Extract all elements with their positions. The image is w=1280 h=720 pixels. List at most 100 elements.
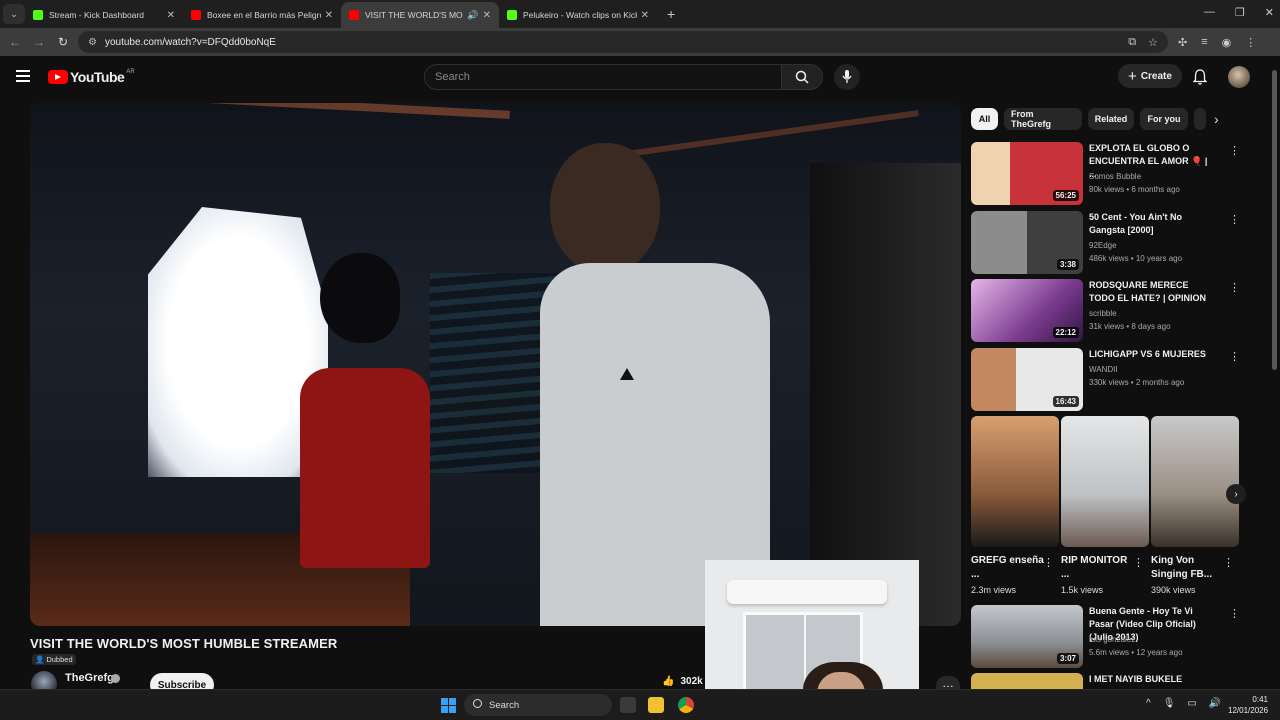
reload-icon[interactable]: ↻: [54, 35, 72, 49]
short-thumbnail[interactable]: [1061, 416, 1149, 547]
create-button[interactable]: + Create: [1118, 64, 1182, 88]
tab-search-button[interactable]: ⌄: [3, 4, 25, 24]
taskbar-search[interactable]: Search: [464, 694, 612, 716]
dubbed-label: Dubbed: [46, 655, 73, 664]
video-frame-detail: [810, 163, 961, 626]
rec-meta: 5.6m views • 12 years ago: [1089, 648, 1183, 657]
more-options-icon[interactable]: ⋮: [1229, 144, 1240, 157]
window-controls: — ❐ ✕: [1204, 6, 1274, 19]
close-tab-icon[interactable]: ✕: [641, 10, 649, 21]
short-title[interactable]: King Von Singing FB...: [1151, 554, 1225, 582]
close-tab-icon[interactable]: ✕: [167, 10, 175, 21]
chevron-right-icon[interactable]: ›: [1214, 111, 1219, 127]
create-label: Create: [1140, 70, 1172, 82]
list-item[interactable]: 22:12 RODSQUARE MERECE TODO EL HATE? | O…: [971, 279, 1241, 343]
address-bar[interactable]: ⚙ youtube.com/watch?v=DFQdd0boNqE ⧉ ☆: [78, 31, 1168, 53]
microphone-icon: [842, 70, 852, 83]
task-view-icon[interactable]: [620, 697, 636, 713]
close-tab-icon[interactable]: ✕: [483, 10, 491, 21]
more-options-icon[interactable]: ⋮: [1229, 350, 1240, 363]
short-title[interactable]: RIP MONITOR ...: [1061, 554, 1135, 582]
video-thumbnail[interactable]: 3:38: [971, 211, 1083, 274]
account-avatar[interactable]: [1228, 66, 1250, 88]
minimize-icon[interactable]: —: [1204, 6, 1215, 19]
windows-start-icon[interactable]: [441, 698, 456, 713]
profile-icon[interactable]: ◉: [1222, 36, 1232, 49]
restore-icon[interactable]: ❐: [1235, 6, 1245, 19]
site-info-icon[interactable]: ⚙: [88, 37, 97, 48]
more-options-icon[interactable]: ⋮: [1229, 607, 1240, 620]
forward-icon[interactable]: →: [30, 35, 48, 49]
microphone-tray-icon[interactable]: 🎙: [1163, 698, 1176, 709]
youtube-logo[interactable]: YouTube AR: [48, 69, 135, 85]
rec-channel[interactable]: WANDII: [1089, 365, 1118, 374]
like-button[interactable]: 👍 302k: [662, 676, 703, 687]
browser-tab[interactable]: Pelukeiro - Watch clips on Kick ✕: [499, 2, 657, 28]
kick-favicon-icon: [507, 10, 517, 20]
browser-tab-active[interactable]: VISIT THE WORLD'S MOST HUMBLE STREAMER 🔊…: [341, 2, 499, 28]
new-tab-icon[interactable]: +: [667, 6, 675, 22]
chip-all[interactable]: All: [971, 108, 998, 130]
close-window-icon[interactable]: ✕: [1265, 6, 1274, 19]
cast-icon[interactable]: ⧉: [1128, 36, 1136, 49]
video-thumbnail[interactable]: 22:12: [971, 279, 1083, 342]
list-item[interactable]: 3:07 Buena Gente - Hoy Te Vi Pasar (Vide…: [971, 605, 1241, 669]
taskbar-search-label: Search: [489, 699, 520, 711]
video-thumbnail[interactable]: 3:07: [971, 605, 1083, 668]
list-item[interactable]: 16:43 LICHIGAPP VS 6 MUJERES WANDII 330k…: [971, 348, 1241, 412]
rec-channel[interactable]: luis gonzalez: [1089, 635, 1135, 644]
file-explorer-icon[interactable]: [648, 697, 664, 713]
reading-list-icon[interactable]: ≡: [1201, 36, 1207, 49]
short-thumbnail[interactable]: [971, 416, 1059, 547]
rec-channel[interactable]: 92Edge: [1089, 241, 1117, 250]
video-thumbnail[interactable]: 16:43: [971, 348, 1083, 411]
video-thumbnail[interactable]: 56:25: [971, 142, 1083, 205]
close-tab-icon[interactable]: ✕: [325, 10, 333, 21]
rec-title[interactable]: I MET NAYIB BUKELE: [1089, 673, 1214, 686]
list-item[interactable]: 3:38 50 Cent - You Ain't No Gangsta [200…: [971, 211, 1241, 275]
speaker-icon[interactable]: 🔊: [467, 10, 478, 21]
volume-icon[interactable]: 🔊: [1209, 698, 1221, 709]
video-thumbnail[interactable]: [971, 673, 1083, 689]
rec-channel[interactable]: scribble: [1089, 309, 1117, 318]
chip-truncated[interactable]: [1194, 108, 1206, 130]
list-item[interactable]: 56:25 EXPLOTA EL GLOBO O ENCUENTRA EL AM…: [971, 142, 1241, 206]
search-button[interactable]: [781, 64, 823, 90]
rec-title[interactable]: RODSQUARE MERECE TODO EL HATE? | OPINION: [1089, 279, 1214, 305]
chrome-menu-icon[interactable]: ⋮: [1245, 36, 1256, 49]
channel-name[interactable]: TheGrefg: [65, 672, 114, 684]
more-options-icon[interactable]: ⋮: [1229, 213, 1240, 226]
tray-chevron-icon[interactable]: ^: [1146, 698, 1151, 709]
short-thumbnail[interactable]: [1151, 416, 1239, 547]
search-input[interactable]: Search: [424, 64, 782, 90]
chrome-icon[interactable]: [678, 697, 694, 713]
more-options-icon[interactable]: ⋮: [1223, 556, 1234, 569]
rec-title[interactable]: 50 Cent - You Ain't No Gangsta [2000]: [1089, 211, 1214, 237]
chip-for-you[interactable]: For you: [1140, 108, 1188, 130]
taskbar-clock[interactable]: 0:41 12/01/2026: [1228, 694, 1268, 716]
more-options-icon[interactable]: ⋮: [1229, 281, 1240, 294]
rec-channel[interactable]: Somos Bubble: [1089, 172, 1141, 181]
more-options-icon[interactable]: ⋮: [1133, 556, 1144, 569]
youtube-favicon-icon: [191, 10, 201, 20]
video-player[interactable]: [30, 103, 961, 626]
chip-from-channel[interactable]: From TheGrefg: [1004, 108, 1082, 130]
menu-icon[interactable]: [16, 70, 30, 82]
browser-tab[interactable]: Boxee en el Barrio más Peligroso ✕: [183, 2, 341, 28]
browser-tab[interactable]: Stream - Kick Dashboard ✕: [25, 2, 183, 28]
short-title[interactable]: GREFG enseña ...: [971, 554, 1045, 582]
notifications-bell-icon[interactable]: [1193, 69, 1207, 85]
back-icon[interactable]: ←: [6, 35, 24, 49]
chip-related[interactable]: Related: [1088, 108, 1134, 130]
extensions-icon[interactable]: ✣: [1178, 36, 1187, 49]
bookmark-star-icon[interactable]: ☆: [1148, 36, 1158, 49]
rec-title[interactable]: LICHIGAPP VS 6 MUJERES: [1089, 348, 1214, 361]
page-scrollbar[interactable]: [1271, 62, 1278, 702]
network-icon[interactable]: ▭: [1187, 698, 1196, 709]
tab-title: Pelukeiro - Watch clips on Kick: [523, 10, 637, 20]
voice-search-button[interactable]: [834, 64, 860, 90]
shorts-next-icon[interactable]: ›: [1226, 484, 1246, 504]
country-code: AR: [126, 69, 135, 75]
more-options-icon[interactable]: ⋮: [1043, 556, 1054, 569]
list-item[interactable]: I MET NAYIB BUKELE: [971, 673, 1241, 689]
